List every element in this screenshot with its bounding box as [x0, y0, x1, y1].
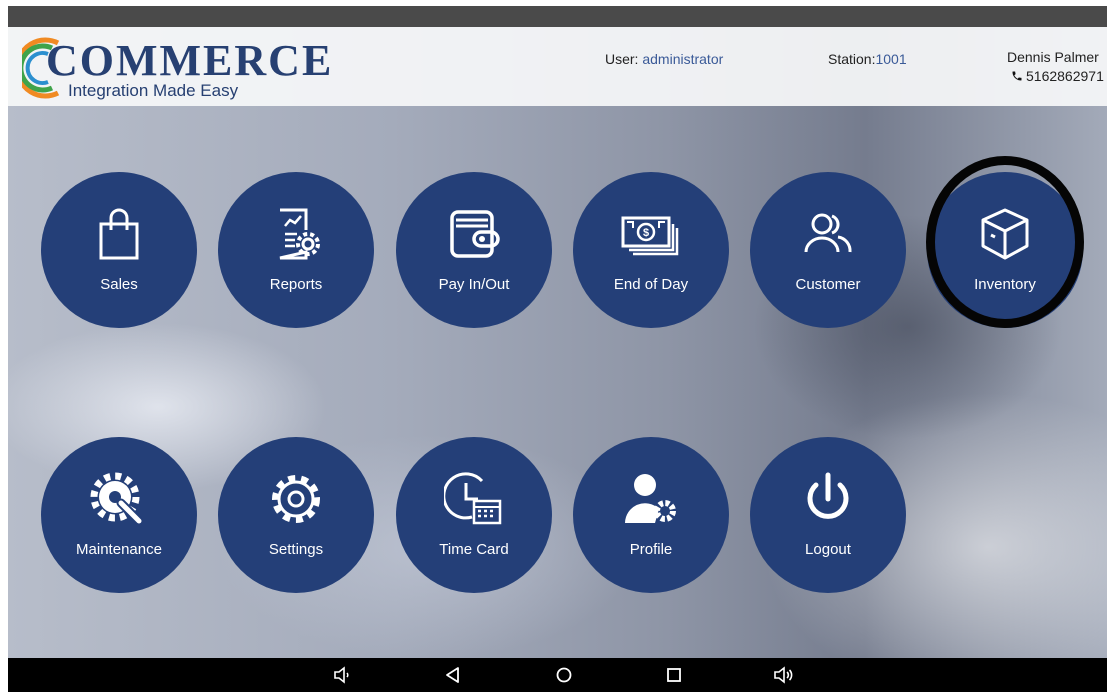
tile-reports[interactable]: Reports	[218, 172, 374, 328]
svg-text:$: $	[643, 227, 649, 239]
home-icon[interactable]	[554, 666, 574, 684]
report-gear-icon	[279, 208, 320, 260]
tile-time-card[interactable]: Time Card	[396, 437, 552, 593]
back-icon[interactable]	[443, 666, 463, 684]
gear-icon	[272, 475, 320, 523]
power-icon	[807, 472, 849, 519]
tile-customer[interactable]: Customer	[750, 172, 906, 328]
clock-calendar-icon	[444, 472, 502, 525]
wrench-gear-icon	[90, 472, 144, 526]
user-label: User:	[605, 51, 639, 67]
commerce-logo: COMMERCE Integration Made Easy	[22, 33, 342, 101]
top-header: COMMERCE Integration Made Easy User: adm…	[8, 27, 1107, 106]
tile-label: Logout	[805, 541, 851, 558]
phone-icon	[1012, 71, 1022, 81]
logo-wordmark: COMMERCE	[46, 36, 334, 85]
contact-name: Dennis Palmer	[1007, 49, 1099, 65]
tile-label: Reports	[269, 276, 323, 293]
tile-label: End of Day	[613, 276, 689, 293]
tile-label: Pay In/Out	[438, 276, 510, 293]
logo-tagline: Integration Made Easy	[68, 81, 239, 100]
station-value: 1001	[875, 51, 907, 67]
tile-label: Maintenance	[76, 541, 162, 558]
tile-settings[interactable]: Settings	[218, 437, 374, 593]
recents-icon[interactable]	[664, 666, 684, 684]
station-info: Station:1001	[828, 52, 907, 66]
shopping-bag-icon	[99, 208, 139, 260]
android-nav-bar	[8, 658, 1107, 692]
contact-phone: 5162862971	[1026, 68, 1104, 84]
contact-phone-row: 5162862971	[1011, 69, 1104, 83]
tile-sales[interactable]: Sales	[41, 172, 197, 328]
tile-profile[interactable]: Profile	[573, 437, 729, 593]
tile-label: Sales	[100, 276, 138, 293]
status-bar	[8, 6, 1107, 27]
tile-label: Settings	[268, 541, 324, 558]
user-info: User: administrator	[605, 52, 723, 66]
tile-logout[interactable]: Logout	[750, 437, 906, 593]
tile-maintenance[interactable]: Maintenance	[41, 437, 197, 593]
tile-end-of-day[interactable]: $ End of Day	[573, 172, 729, 328]
box-icon	[981, 208, 1029, 260]
tile-label: Inventory	[974, 276, 1036, 293]
app-screen: COMMERCE Integration Made Easy User: adm…	[8, 6, 1107, 692]
tile-pay-in-out[interactable]: Pay In/Out	[396, 172, 552, 328]
volume-up-icon[interactable]	[774, 666, 794, 684]
user-gear-icon	[625, 474, 676, 523]
volume-down-icon[interactable]	[333, 666, 353, 684]
user-value: administrator	[642, 51, 724, 67]
station-label: Station:	[828, 51, 876, 67]
tile-label: Profile	[629, 541, 673, 558]
users-icon	[804, 213, 852, 253]
tile-label: Customer	[795, 276, 861, 293]
tile-inventory[interactable]: Inventory	[927, 172, 1083, 328]
cash-stack-icon: $	[621, 216, 679, 256]
tile-label: Time Card	[439, 541, 509, 558]
wallet-icon	[450, 210, 500, 258]
